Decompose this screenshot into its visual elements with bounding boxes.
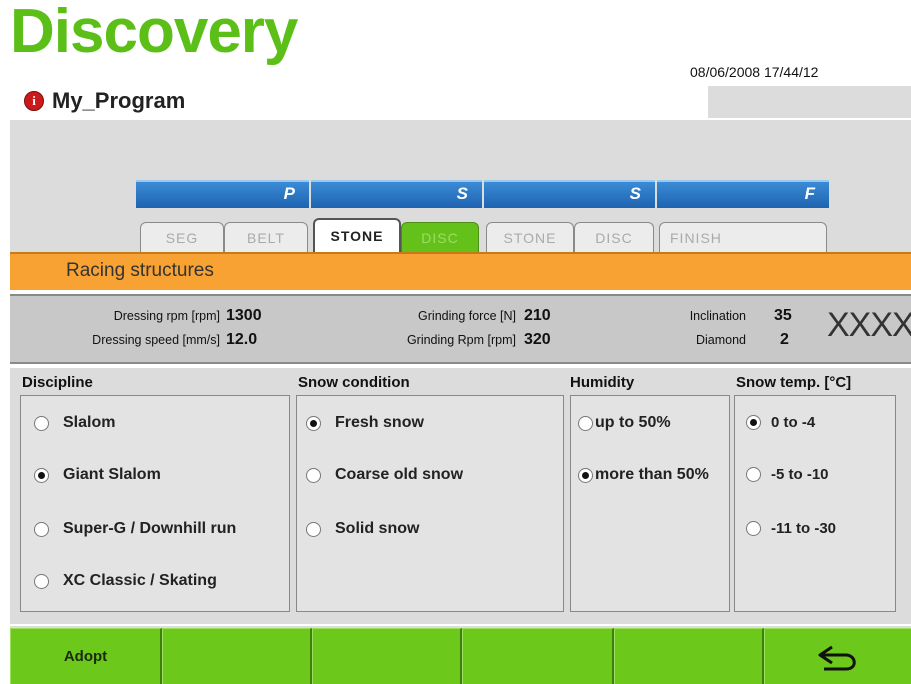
code-display: XXXX [827, 306, 911, 344]
snow-condition-header: Snow condition [298, 374, 410, 391]
radio-button[interactable] [306, 521, 321, 537]
left-margin [0, 0, 10, 684]
dressing-speed-label: Dressing speed [mm/s] [92, 333, 220, 347]
snow-option-coarse[interactable]: Coarse old snow [306, 466, 463, 484]
option-label: Fresh snow [335, 414, 424, 431]
humidity-option-up-to-50[interactable]: up to 50% [578, 414, 671, 432]
tab-stone-2[interactable]: STONE [486, 222, 574, 252]
app-title: Discovery [10, 0, 298, 66]
tab-group-letter: S [629, 184, 641, 203]
program-row: i My_Program [24, 86, 185, 116]
discipline-option-xc[interactable]: XC Classic / Skating [34, 572, 217, 590]
status-box [708, 86, 911, 118]
discipline-option-slalom[interactable]: Slalom [34, 414, 115, 432]
tab-stone-active[interactable]: STONE [313, 218, 401, 252]
option-label: 0 to -4 [771, 414, 816, 431]
function-button-2[interactable] [162, 628, 312, 684]
radio-button[interactable] [746, 467, 761, 482]
diamond-value: 2 [780, 331, 789, 348]
option-label: up to 50% [595, 414, 671, 431]
back-arrow-icon [818, 645, 856, 670]
temp-option-5-to-10[interactable]: -5 to -10 [746, 466, 829, 483]
option-label: Giant Slalom [63, 466, 161, 483]
function-button-4[interactable] [462, 628, 614, 684]
grinding-rpm-label: Grinding Rpm [rpm] [406, 333, 516, 347]
option-label: -5 to -10 [771, 466, 829, 483]
back-button[interactable] [764, 628, 911, 684]
option-label: Slalom [63, 414, 116, 431]
dressing-rpm-label: Dressing rpm [rpm] [113, 309, 220, 323]
function-button-5[interactable] [614, 628, 764, 684]
radio-button[interactable] [34, 415, 49, 431]
temp-option-11-to-30[interactable]: -11 to -30 [746, 520, 836, 537]
radio-button[interactable] [34, 573, 49, 589]
option-label: Coarse old snow [335, 466, 464, 483]
program-name: My_Program [52, 88, 186, 113]
radio-button[interactable] [34, 521, 49, 537]
adopt-button[interactable]: Adopt [10, 628, 162, 684]
radio-button[interactable] [746, 415, 761, 430]
inclination-value: 35 [774, 307, 792, 324]
tab-group-header-s1: S [311, 180, 482, 208]
grinding-force-label: Grinding force [N] [418, 309, 516, 323]
option-label: more than 50% [595, 466, 709, 483]
snow-temp-header: Snow temp. [°C] [736, 374, 852, 391]
parameters-panel: Dressing rpm [rpm] 1300 Dressing speed [… [10, 294, 911, 364]
dressing-speed-value: 12.0 [226, 331, 258, 348]
tab-group-header-s2: S [484, 180, 655, 208]
radio-button[interactable] [578, 415, 593, 431]
discipline-option-super-g[interactable]: Super-G / Downhill run [34, 520, 236, 538]
tab-disc-1[interactable]: DISC [401, 222, 479, 252]
tab-group-letter: P [283, 184, 295, 203]
temp-option-0-to-4[interactable]: 0 to -4 [746, 414, 815, 431]
humidity-option-more-than-50[interactable]: more than 50% [578, 466, 709, 484]
option-label: Solid snow [335, 520, 420, 537]
tab-group-letter: S [456, 184, 468, 203]
tab-disc-2[interactable]: DISC [574, 222, 654, 252]
snow-option-solid[interactable]: Solid snow [306, 520, 419, 538]
option-label: -11 to -30 [771, 520, 837, 537]
grinding-force-value: 210 [524, 307, 551, 324]
inclination-label: Inclination [689, 309, 746, 323]
datetime: 08/06/2008 17/44/12 [690, 64, 819, 80]
section-bar: Racing structures [10, 252, 911, 290]
tab-finish[interactable]: FINISH [659, 222, 827, 252]
radio-button[interactable] [746, 521, 761, 536]
discipline-option-giant-slalom[interactable]: Giant Slalom [34, 466, 161, 484]
dressing-rpm-value: 1300 [226, 307, 262, 324]
tab-seg[interactable]: SEG [140, 222, 224, 252]
discipline-header: Discipline [22, 374, 93, 391]
grinding-rpm-value: 320 [524, 331, 551, 348]
diamond-label: Diamond [695, 333, 746, 347]
radio-button[interactable] [34, 467, 49, 483]
radio-button[interactable] [578, 467, 593, 483]
tab-group-header-f: F [657, 180, 829, 208]
humidity-header: Humidity [570, 374, 635, 391]
option-label: XC Classic / Skating [63, 572, 217, 589]
function-button-3[interactable] [312, 628, 462, 684]
radio-button[interactable] [306, 415, 321, 431]
radio-button[interactable] [306, 467, 321, 483]
screen: Discovery i My_Program 08/06/2008 17/44/… [0, 0, 911, 684]
snow-option-fresh[interactable]: Fresh snow [306, 414, 424, 432]
section-title: Racing structures [66, 260, 214, 281]
tab-group-header-p: P [136, 180, 309, 208]
tab-group-letter: F [804, 184, 815, 203]
option-label: Super-G / Downhill run [63, 520, 237, 537]
info-icon[interactable]: i [24, 91, 44, 111]
tab-belt[interactable]: BELT [224, 222, 308, 252]
